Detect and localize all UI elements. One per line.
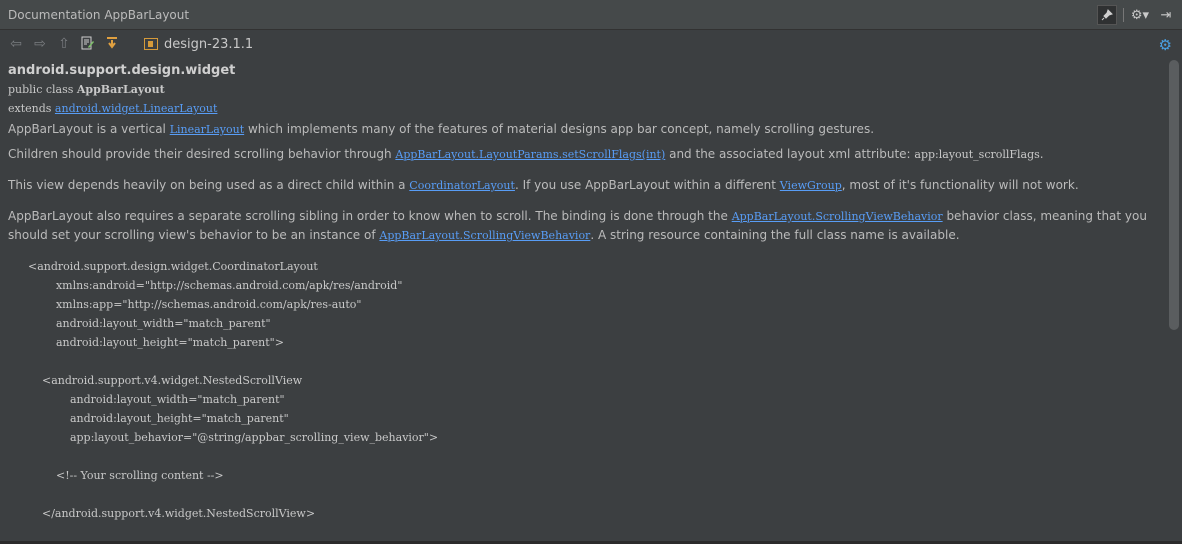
viewgroup-link[interactable]: ViewGroup [780,179,842,192]
documentation-content: android.support.design.widget public cla… [0,58,1166,544]
scrollingviewbehavior-link-2[interactable]: AppBarLayout.ScrollingViewBehavior [379,229,590,242]
pin-icon[interactable] [1097,5,1117,25]
scrollflags-code: app:layout_scrollFlags [914,148,1040,161]
doc-toolbar: ⇦ ⇨ ⇧ design-23.1.1 [0,30,1182,58]
class-name: AppBarLayout [76,83,165,96]
settings-gear-icon[interactable]: ⚙ [1159,36,1172,54]
up-icon[interactable]: ⇧ [56,36,72,52]
class-declaration: public class AppBarLayout [8,83,165,96]
extends-line: extends android.widget.LinearLayout [8,102,218,115]
code-sample: <android.support.design.widget.Coordinat… [28,260,439,520]
scrollingviewbehavior-link-1[interactable]: AppBarLayout.ScrollingViewBehavior [732,210,943,223]
paragraph-3: This view depends heavily on being used … [8,178,1079,192]
hide-icon[interactable]: ⇥ [1156,5,1176,25]
title-bar: Documentation AppBarLayout ⚙▾ ⇥ [0,0,1182,30]
paragraph-1: AppBarLayout is a vertical LinearLayout … [8,122,875,136]
title-tools: ⚙▾ ⇥ [1097,5,1176,25]
library-breadcrumb: design-23.1.1 [144,37,253,52]
setscrollflags-link[interactable]: AppBarLayout.LayoutParams.setScrollFlags… [395,148,665,161]
library-icon [144,38,158,50]
window-title: Documentation AppBarLayout [8,7,190,22]
paragraph-4: AppBarLayout also requires a separate sc… [8,209,1147,242]
package-name: android.support.design.widget [8,63,236,78]
library-name: design-23.1.1 [164,36,254,52]
external-doc-icon[interactable] [104,36,120,52]
extends-link[interactable]: android.widget.LinearLayout [55,102,218,115]
back-icon[interactable]: ⇦ [8,36,24,52]
linearlayout-link[interactable]: LinearLayout [170,123,244,136]
forward-icon[interactable]: ⇨ [32,36,48,52]
scrollbar-thumb[interactable] [1169,60,1179,330]
gear-icon[interactable]: ⚙▾ [1130,5,1150,25]
coordinatorlayout-link[interactable]: CoordinatorLayout [409,179,515,192]
vertical-scrollbar[interactable] [1168,58,1180,544]
paragraph-2: Children should provide their desired sc… [8,147,1044,161]
toolbar-separator [1123,8,1124,22]
edit-source-icon[interactable] [80,36,96,52]
